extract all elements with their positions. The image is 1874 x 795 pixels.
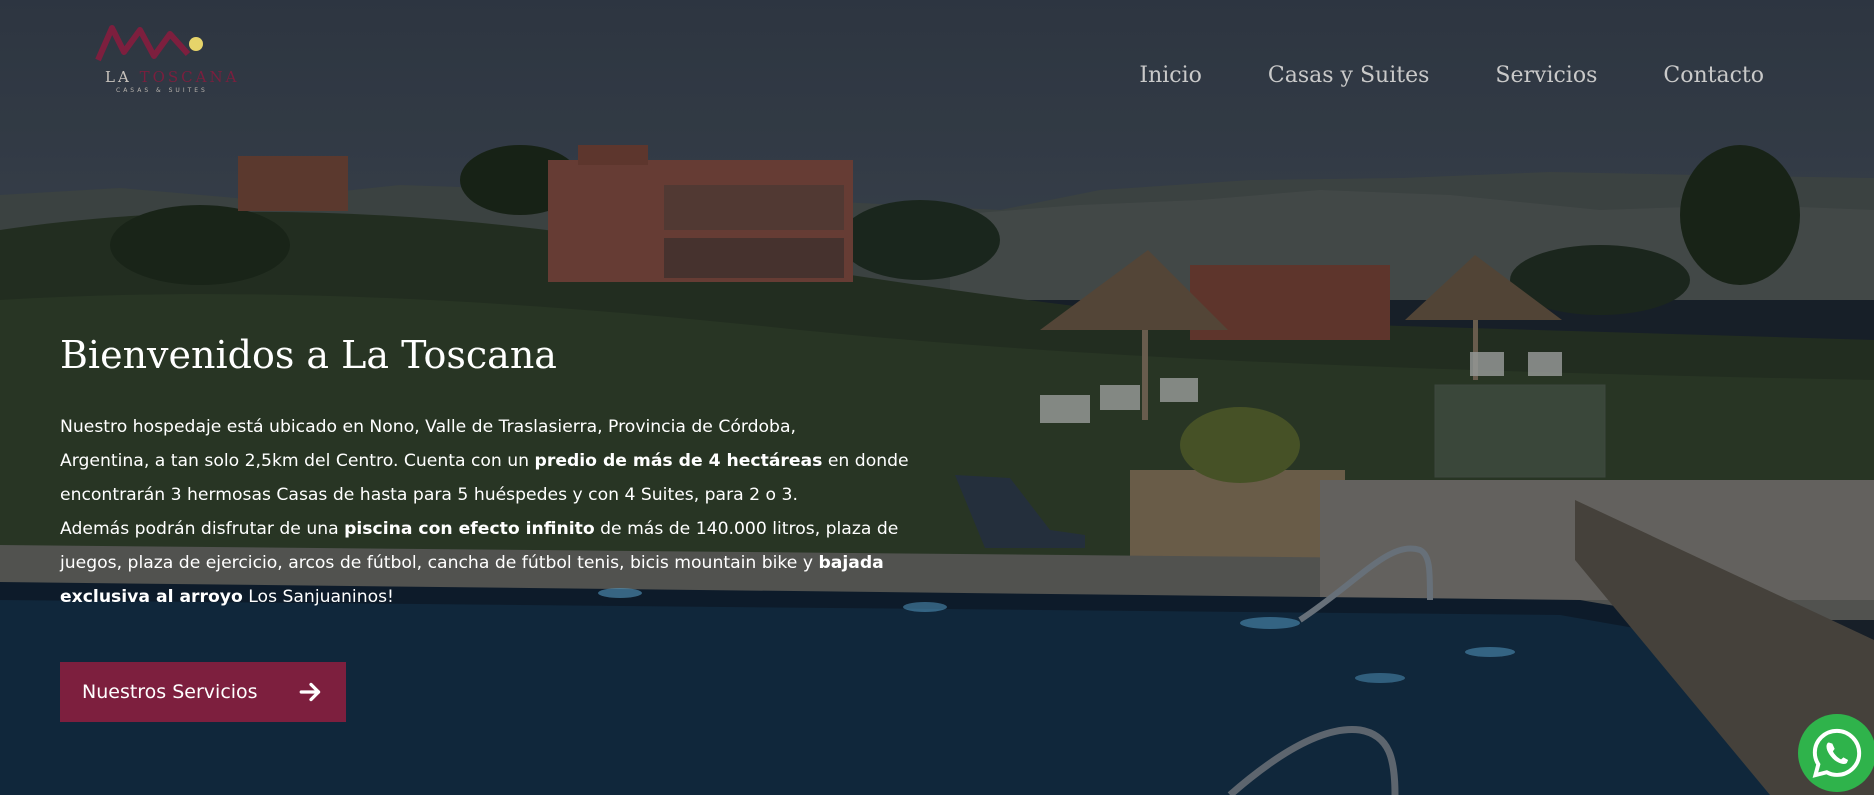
cta-label: Nuestros Servicios xyxy=(82,681,258,703)
desc-line-4c: de más de 140.000 litros, plaza de xyxy=(594,519,899,539)
hero-title: Bienvenidos a La Toscana xyxy=(60,333,557,377)
nav-inicio[interactable]: Inicio xyxy=(1139,63,1202,88)
nav-servicios[interactable]: Servicios xyxy=(1495,63,1597,88)
desc-line-4a: Además podrán disfrutar de una xyxy=(60,519,345,539)
nav-contacto[interactable]: Contacto xyxy=(1663,63,1764,88)
desc-bold-piscina: piscina con efecto infinito xyxy=(344,519,595,539)
nav-casas-y-suites[interactable]: Casas y Suites xyxy=(1268,63,1430,88)
desc-line-3: encontrarán 3 hermosas Casas de hasta pa… xyxy=(60,485,798,505)
main-nav: Inicio Casas y Suites Servicios Contacto xyxy=(1139,63,1764,88)
arrow-right-icon xyxy=(299,682,321,702)
desc-bold-predio: predio de más de 4 hectáreas xyxy=(534,451,823,471)
hero-description: Nuestro hospedaje está ubicado en Nono, … xyxy=(60,410,960,614)
logo-text-la: LA xyxy=(105,68,132,86)
logo-text-toscana: TOSCANA xyxy=(139,68,240,86)
logo-text: LA TOSCANA xyxy=(105,68,239,86)
nuestros-servicios-button[interactable]: Nuestros Servicios xyxy=(60,662,346,722)
desc-bold-exclusiva: exclusiva al arroyo xyxy=(60,587,243,607)
whatsapp-icon xyxy=(1812,728,1862,778)
whatsapp-button[interactable] xyxy=(1798,714,1874,792)
desc-line-1: Nuestro hospedaje está ubicado en Nono, … xyxy=(60,417,796,437)
desc-line-2c: en donde xyxy=(822,451,909,471)
desc-bold-bajada: bajada xyxy=(818,553,884,573)
desc-line-2a: Argentina, a tan solo 2,5km del Centro. … xyxy=(60,451,535,471)
logo-subtitle: CASAS & SUITES xyxy=(116,87,208,94)
desc-line-5a: juegos, plaza de ejercicio, arcos de fút… xyxy=(60,553,819,573)
desc-line-6b: Los Sanjuaninos! xyxy=(242,587,394,607)
